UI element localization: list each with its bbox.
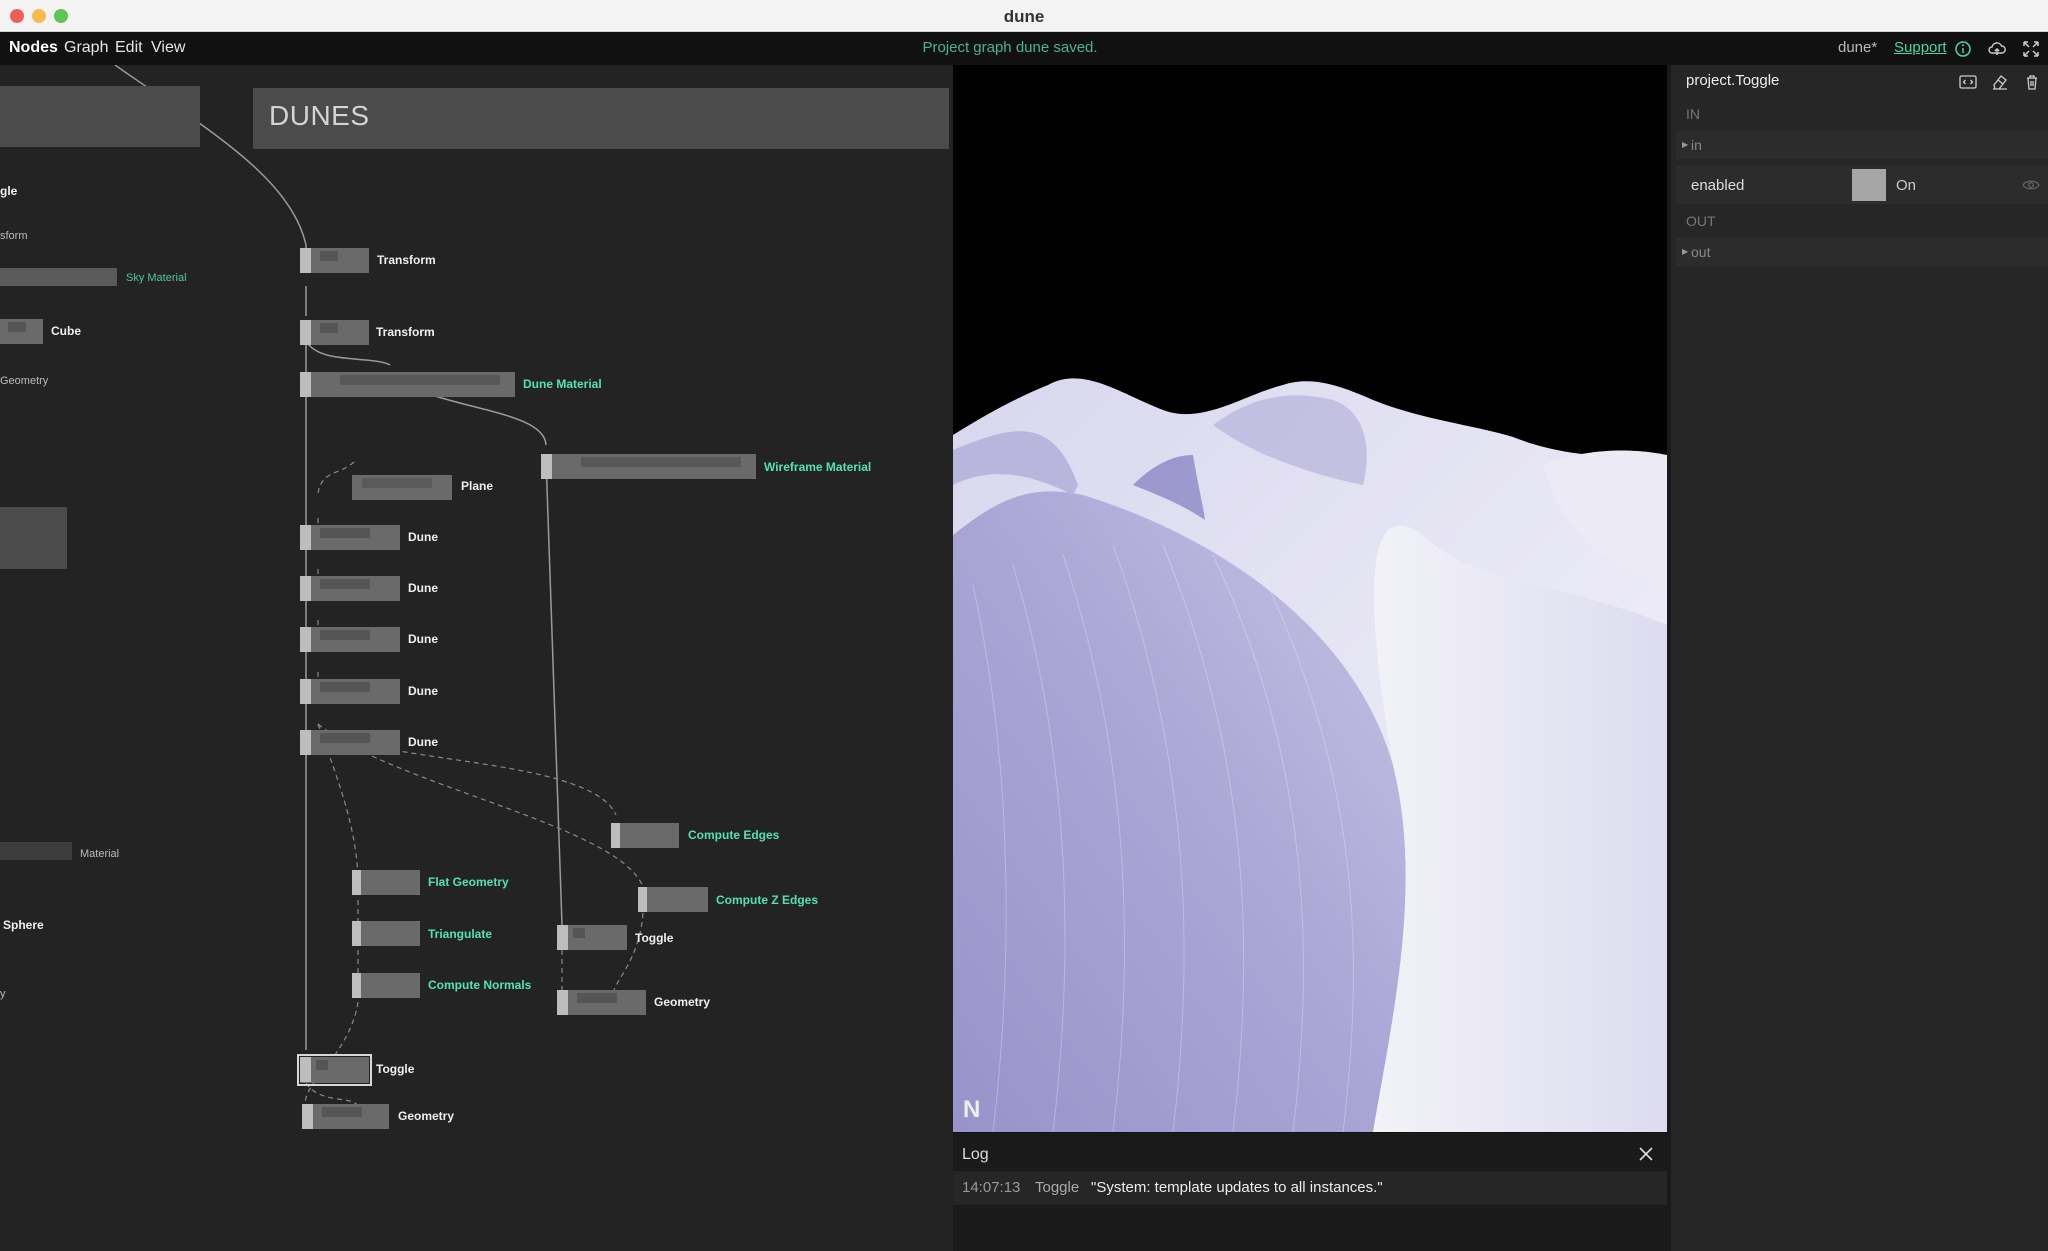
node-label: Compute Z Edges xyxy=(716,893,819,907)
node-label: Cube xyxy=(51,324,81,338)
eraser-icon[interactable] xyxy=(1990,72,2010,92)
node-label: Dune xyxy=(408,735,438,749)
dune-material-node[interactable] xyxy=(300,372,515,397)
node-label: Dune xyxy=(408,632,438,646)
in-port-label: in xyxy=(1691,137,1702,153)
dune-node[interactable] xyxy=(300,525,400,550)
caret-right-icon: ▶ xyxy=(1682,247,1689,256)
node-label: Transform xyxy=(377,253,436,267)
log-panel: Log 14:07:13 Toggle "System: template up… xyxy=(953,1132,1667,1251)
node-label: Geometry xyxy=(398,1109,455,1123)
node-label: Dune Material xyxy=(523,377,602,391)
comment-title: DUNES xyxy=(269,100,370,131)
close-icon[interactable] xyxy=(1637,1145,1655,1163)
node-label: Flat Geometry xyxy=(428,875,509,889)
graph-connections xyxy=(114,65,644,1108)
project-name: dune* xyxy=(1838,39,1878,56)
outputs-section-label: OUT xyxy=(1686,213,1716,229)
eye-icon[interactable] xyxy=(2022,178,2040,192)
dune-node[interactable] xyxy=(300,679,400,704)
cube-node[interactable] xyxy=(0,319,43,344)
node-label: Wireframe Material xyxy=(764,460,872,474)
node-label: Compute Normals xyxy=(428,978,532,992)
nodes-logo-icon: N xyxy=(963,1096,981,1123)
info-icon[interactable] xyxy=(1953,39,1973,59)
compute-z-edges-node[interactable] xyxy=(638,887,708,912)
log-entry: 14:07:13 Toggle "System: template update… xyxy=(953,1171,1667,1205)
sky-material-node[interactable] xyxy=(0,268,117,286)
node-label: Sphere xyxy=(3,918,44,932)
transform-node[interactable] xyxy=(300,248,369,273)
compute-normals-node[interactable] xyxy=(352,973,420,998)
code-icon[interactable] xyxy=(1958,72,1978,92)
fullscreen-icon[interactable] xyxy=(2021,39,2041,59)
comment-box-left[interactable] xyxy=(0,86,200,147)
plane-node[interactable] xyxy=(352,475,452,500)
node-graph-canvas[interactable]: DUNES gle sform Sky Material Cube Geomet… xyxy=(0,65,953,1251)
enabled-toggle[interactable] xyxy=(1852,169,1886,201)
node-label: Geometry xyxy=(654,995,711,1009)
geometry-node[interactable] xyxy=(557,990,646,1015)
triangulate-node[interactable] xyxy=(352,921,420,946)
out-port-row[interactable]: ▶ out xyxy=(1676,238,2048,266)
caret-right-icon: ▶ xyxy=(1682,140,1689,149)
toggle-node[interactable] xyxy=(557,925,627,950)
node-label: Triangulate xyxy=(428,927,493,941)
partial-node-label: gle xyxy=(0,184,18,198)
log-source: Toggle xyxy=(1035,1179,1080,1196)
node-label: Compute Edges xyxy=(688,828,780,842)
in-port-row[interactable]: ▶ in xyxy=(1676,131,2048,159)
node-label: Transform xyxy=(376,325,435,339)
support-link[interactable]: Support xyxy=(1894,39,1947,56)
node-label: Dune xyxy=(408,581,438,595)
cloud-upload-icon[interactable] xyxy=(1987,39,2007,59)
partial-node-label: sform xyxy=(0,230,28,242)
geometry-node[interactable] xyxy=(302,1104,389,1129)
log-timestamp: 14:07:13 xyxy=(962,1179,1021,1196)
dune-node[interactable] xyxy=(300,576,400,601)
transform-node[interactable] xyxy=(300,320,369,345)
material-node[interactable] xyxy=(0,842,72,860)
trash-icon[interactable] xyxy=(2022,72,2042,92)
out-port-label: out xyxy=(1691,244,1711,260)
dune-render xyxy=(953,65,1667,1132)
partial-node-label: Geometry xyxy=(0,375,49,387)
enabled-value: On xyxy=(1896,177,1917,194)
wireframe-material-node[interactable] xyxy=(541,454,756,479)
partial-node-label: y xyxy=(0,988,6,1000)
enabled-param-label: enabled xyxy=(1691,177,1745,194)
node-label: Dune xyxy=(408,684,438,698)
comment-box-small[interactable] xyxy=(0,507,67,569)
dune-node[interactable] xyxy=(300,730,400,755)
node-label: Toggle xyxy=(376,1062,415,1076)
node-label: Dune xyxy=(408,530,438,544)
enabled-param-row: enabled On xyxy=(1676,166,2048,204)
render-viewport[interactable]: N xyxy=(953,65,1667,1132)
node-label: Material xyxy=(80,848,120,860)
node-label: Plane xyxy=(461,479,494,493)
node-label: Toggle xyxy=(635,931,674,945)
compute-edges-node[interactable] xyxy=(611,823,679,848)
log-message: "System: template updates to all instanc… xyxy=(1091,1179,1383,1196)
flat-geometry-node[interactable] xyxy=(352,870,420,895)
window-titlebar: dune xyxy=(0,0,2048,32)
log-title: Log xyxy=(962,1146,989,1163)
window-title: dune xyxy=(1003,7,1045,26)
node-label: Sky Material xyxy=(126,272,187,284)
inspector-title: project.Toggle xyxy=(1686,72,1780,89)
toggle-node-selected[interactable] xyxy=(297,1054,372,1086)
inspector-panel: project.Toggle IN ▶ in enabled On OUT ▶ … xyxy=(1667,65,2048,1251)
inputs-section-label: IN xyxy=(1686,106,1700,122)
dune-node[interactable] xyxy=(300,627,400,652)
menu-bar: Nodes Graph Edit View Project graph dune… xyxy=(0,32,2048,65)
save-status-message: Project graph dune saved. xyxy=(922,39,1098,56)
